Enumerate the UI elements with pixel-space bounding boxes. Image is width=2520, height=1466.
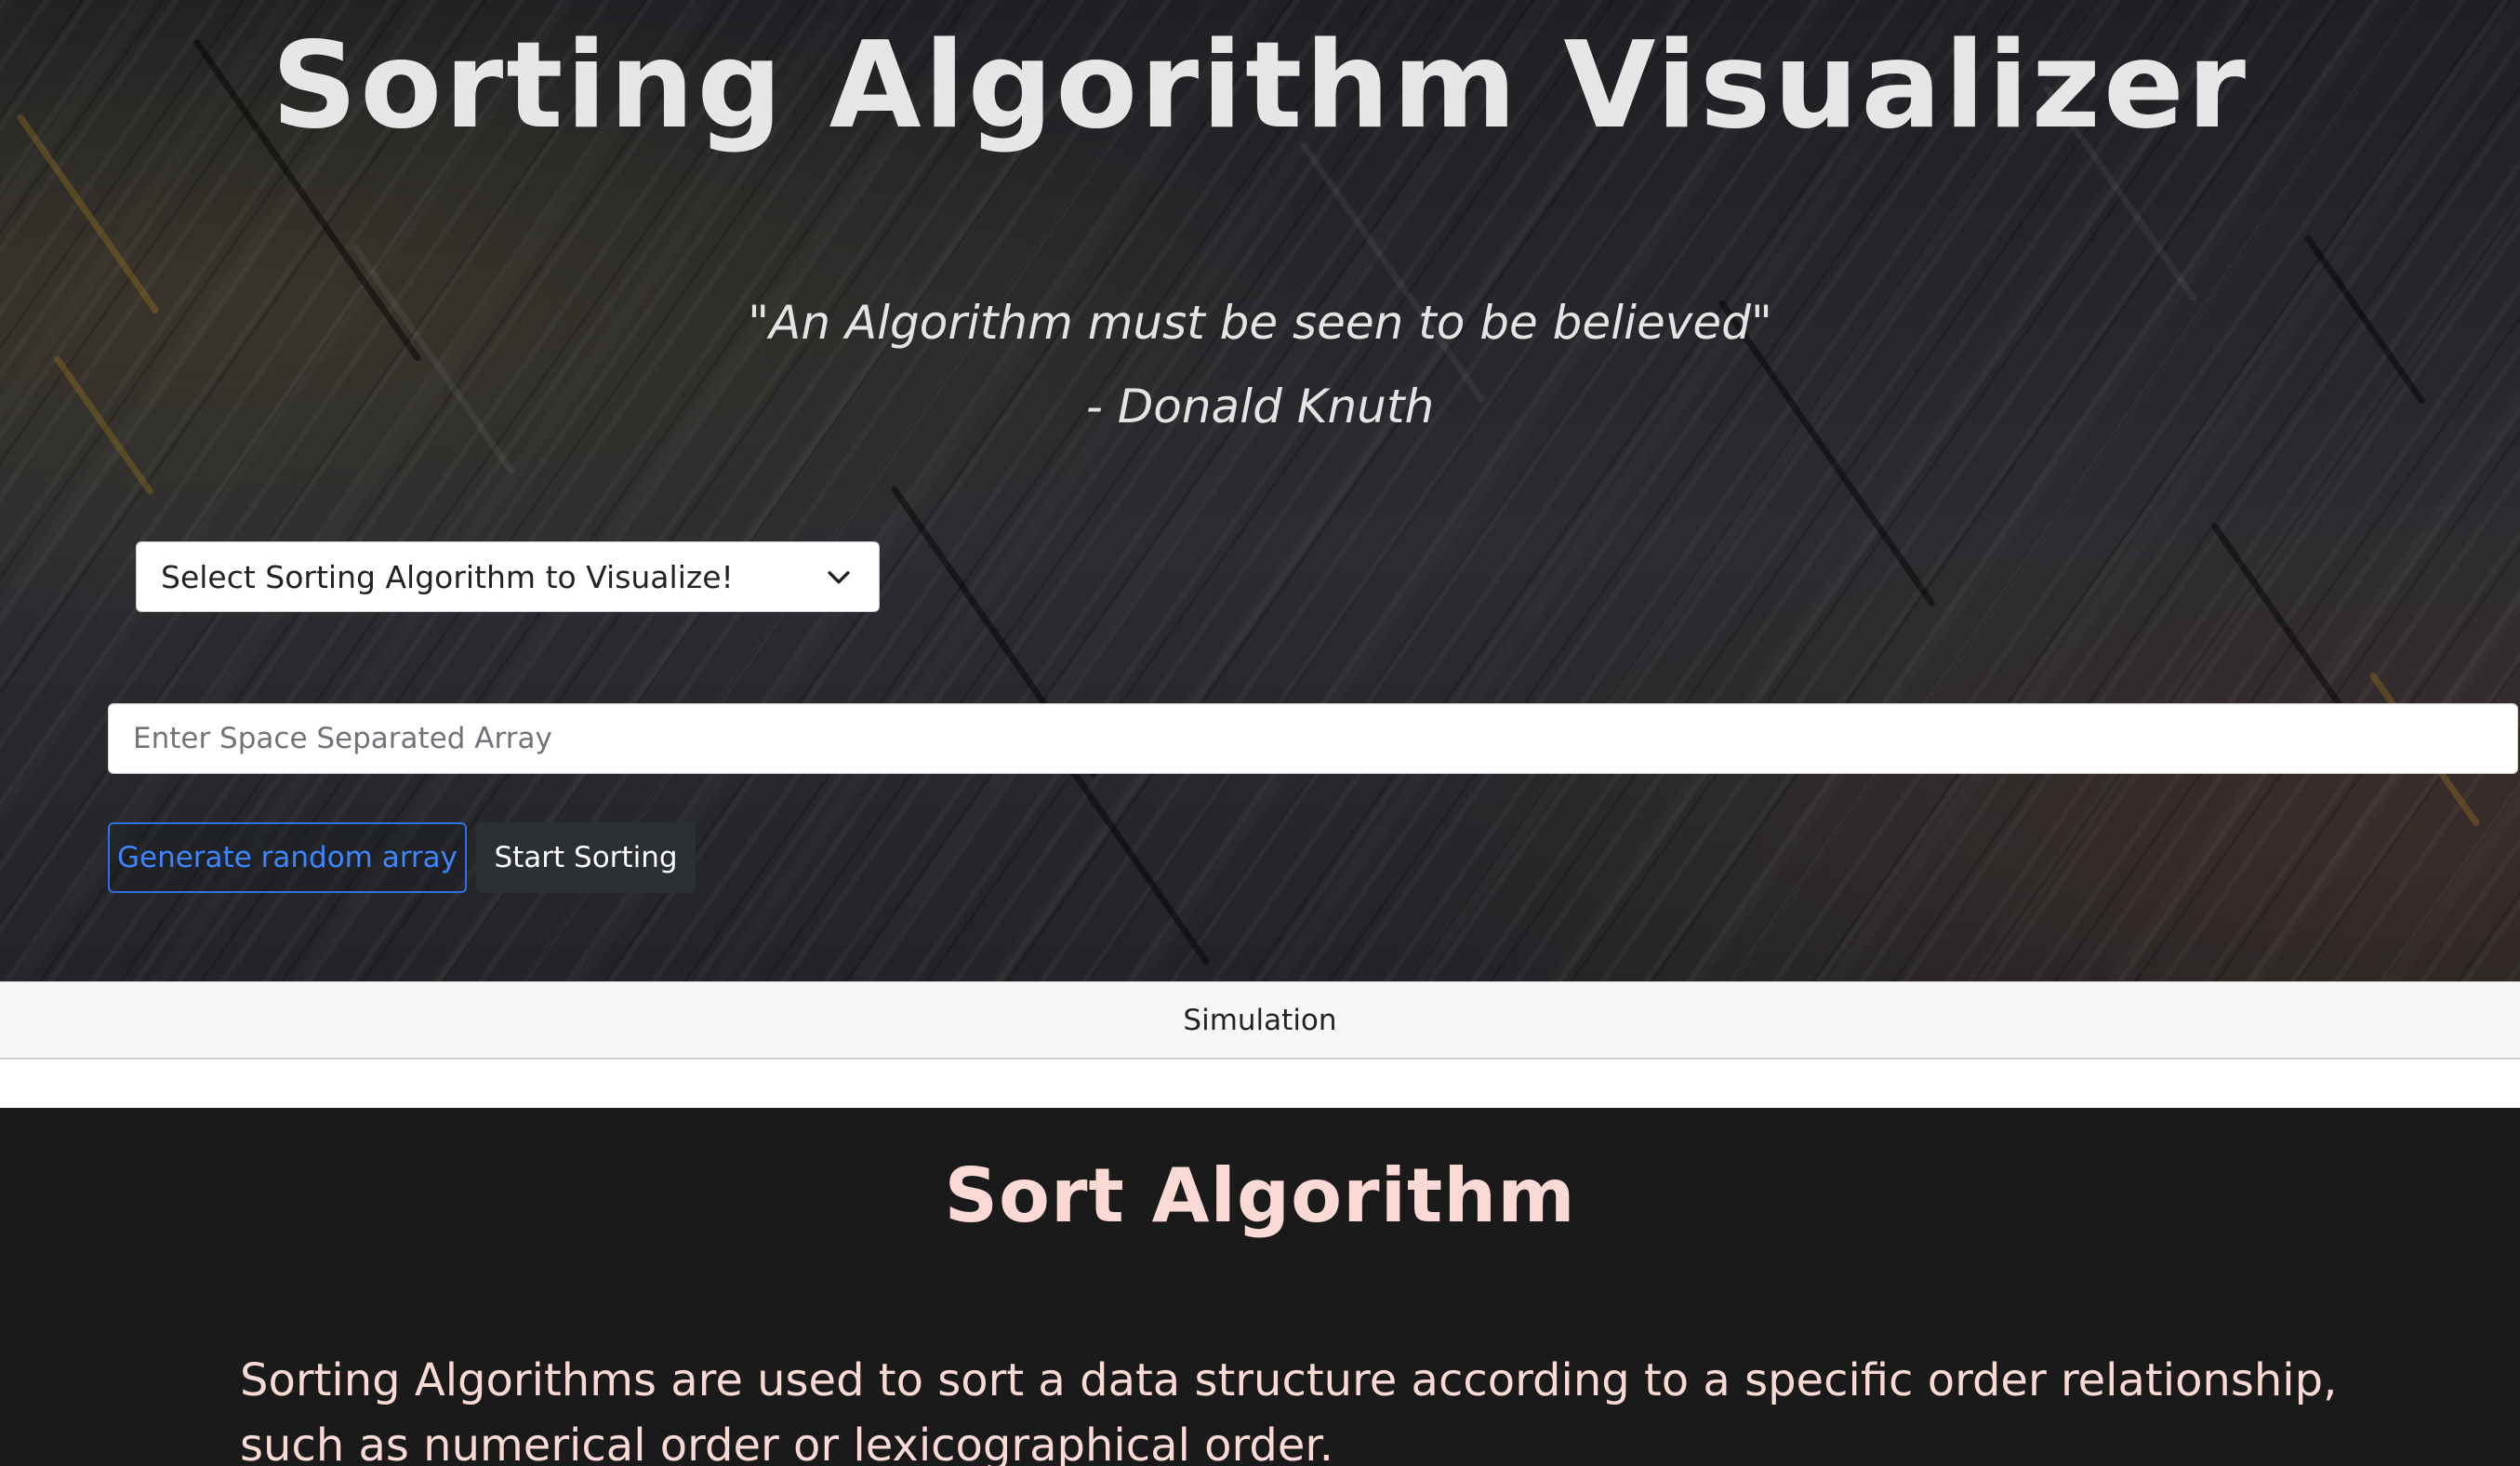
hero-section: Sorting Algorithm Visualizer "An Algorit… <box>0 0 2520 981</box>
start-sorting-button[interactable]: Start Sorting <box>476 822 696 893</box>
quote-text: "An Algorithm must be seen to be believe… <box>748 296 1772 350</box>
simulation-area <box>0 1060 2520 1108</box>
chevron-down-icon <box>828 571 850 584</box>
info-description: Sorting Algorithms are used to sort a da… <box>240 1354 2338 1466</box>
background-streak <box>1299 140 1486 405</box>
algorithm-select-label: Select Sorting Algorithm to Visualize! <box>161 558 734 595</box>
quote-author: - Donald Knuth <box>1085 380 1435 433</box>
array-input[interactable] <box>108 703 2518 774</box>
info-title: Sort Algorithm <box>944 1153 1576 1239</box>
simulation-header: Simulation <box>0 981 2520 1060</box>
page-title: Sorting Algorithm Visualizer <box>272 17 2248 155</box>
generate-random-array-button[interactable]: Generate random array <box>108 822 467 893</box>
info-section: Sort Algorithm Sorting Algorithms are us… <box>0 1108 2520 1466</box>
algorithm-select[interactable]: Select Sorting Algorithm to Visualize! <box>136 541 880 612</box>
background-streak <box>1067 764 1211 966</box>
background-streak <box>351 243 516 476</box>
